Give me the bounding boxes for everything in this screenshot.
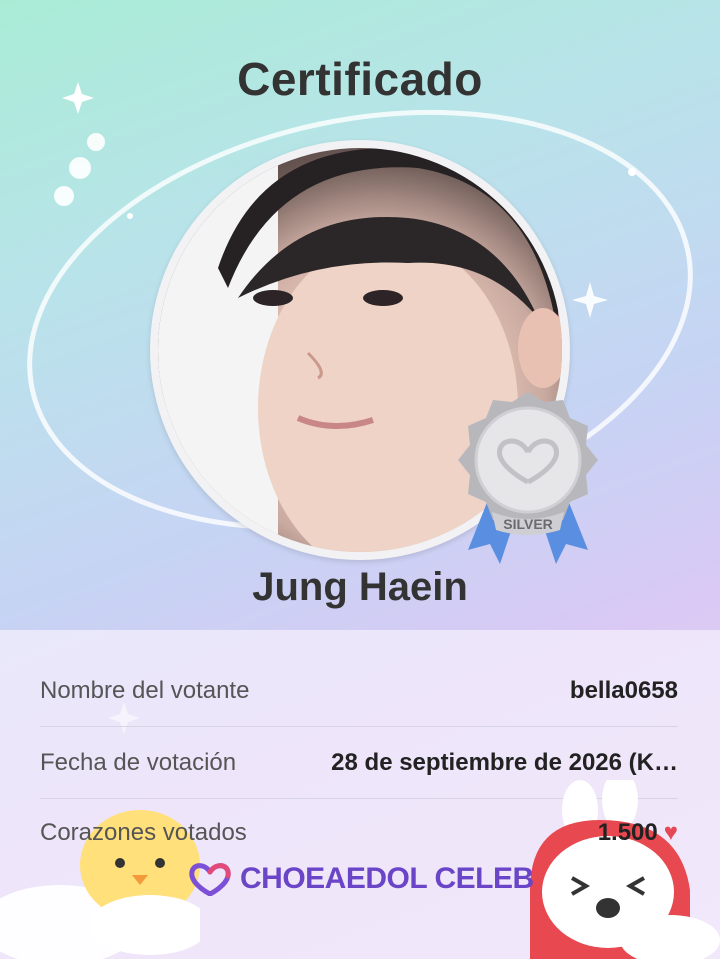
detail-row-voter: Nombre del votante bella0658 [40,656,678,726]
celebrity-name: Jung Haein [252,565,468,609]
detail-label: Corazones votados [40,819,247,846]
badge-tier-label: SILVER [503,516,553,532]
brand-logo: CHOEAEDOL CELEB [188,862,534,896]
certificate-title: Certificado [237,53,483,105]
divider [40,726,678,727]
heart-logo-icon [189,863,231,896]
silver-badge: SILVER [458,392,598,564]
detail-label: Fecha de votación [40,749,237,776]
heart-icon: ♥ [663,819,678,846]
detail-value-hearts: 1.500 ♥ [598,819,678,847]
detail-value: 28 de septiembre de 2026 (K… [331,749,678,776]
detail-value: bella0658 [569,677,678,704]
hearts-count: 1.500 [597,819,658,846]
detail-row-hearts: Corazones votados 1.500 ♥ [40,798,678,868]
brand-name: CHOEAEDOL CELEB [240,862,534,895]
detail-label: Nombre del votante [40,677,250,704]
